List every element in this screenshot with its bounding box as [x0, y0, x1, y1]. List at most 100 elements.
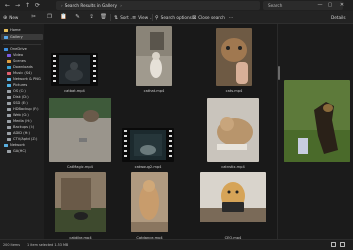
file-name[interactable]: CatMagic.mp4: [49, 165, 111, 169]
sidebar-item-label: Web (G:): [13, 113, 29, 117]
close-search-button[interactable]: ⊠ Close search: [192, 14, 225, 21]
more-options-button[interactable]: ···: [229, 14, 233, 21]
sort-icon: ⇅: [114, 15, 119, 21]
folder-icon: [7, 83, 11, 87]
search-options-label: Search options: [160, 15, 192, 20]
file-name[interactable]: cats.mp4: [216, 89, 252, 93]
file-thumbnail-catnstix[interactable]: [207, 98, 259, 162]
folder-icon: [7, 131, 11, 135]
sidebar-item-ga-hc[interactable]: GA(HC): [1, 148, 43, 154]
folder-icon: [7, 95, 11, 99]
sidebar-item-label: Backups (I:): [13, 125, 35, 129]
address-bar[interactable]: › Search Results in Gallery ›: [56, 1, 260, 10]
cat-image: [55, 172, 106, 232]
back-button[interactable]: ←: [4, 2, 11, 9]
new-button[interactable]: ⊕ New: [3, 14, 18, 21]
item-count: 200 items: [3, 243, 20, 247]
selection-info: 1 item selected 1.53 MB: [27, 243, 69, 247]
sidebar-item-label: OS (C:): [13, 89, 26, 93]
file-thumbnail-cats[interactable]: [216, 28, 252, 86]
chevron-right-icon: ›: [61, 3, 63, 8]
folder-icon: [7, 149, 11, 153]
folder-icon: [7, 113, 11, 117]
file-thumbnail-catdance[interactable]: [131, 172, 168, 232]
sidebar-item-label: CTV/Aptd (Z:): [13, 137, 38, 141]
folder-icon: [7, 59, 11, 63]
sidebar-item-label: Music (S4): [13, 71, 32, 75]
folder-icon: [4, 35, 8, 39]
view-button[interactable]: ≡ View⌄: [132, 14, 152, 21]
search-options-icon: ⚲: [155, 15, 159, 21]
plus-icon: ⊕: [3, 15, 8, 21]
sidebar-item-label: Video: [13, 53, 24, 57]
file-thumbnail-catbat[interactable]: [51, 53, 98, 86]
sort-button[interactable]: ⇅ Sort⌄: [114, 14, 133, 21]
maximize-button[interactable]: ▢: [326, 1, 334, 10]
sidebar-item-label: Network: [10, 143, 26, 147]
file-thumbnail-cathat[interactable]: [136, 26, 172, 86]
folder-icon: [4, 143, 8, 147]
folder-icon: [7, 107, 11, 111]
close-icon: ⊠: [192, 15, 197, 21]
file-thumbnail-catdike[interactable]: [55, 172, 106, 232]
sidebar-item-label: Home: [10, 28, 21, 32]
sidebar-item-label: Disk (D:): [13, 95, 29, 99]
close-search-label: Close search: [198, 15, 225, 20]
file-name[interactable]: catbat.mp4: [51, 89, 98, 93]
cat-image: [136, 26, 172, 86]
sidebar-item-label: Media (H:): [13, 119, 32, 123]
folder-icon: [7, 125, 11, 129]
sidebar-item-label: HDBackup (F:): [13, 107, 39, 111]
forward-button[interactable]: →: [14, 2, 21, 9]
copy-icon[interactable]: ❐: [46, 14, 53, 21]
file-name[interactable]: cathat.mp4: [136, 89, 172, 93]
film-strip-icon: [169, 130, 172, 160]
sidebar-item-gallery[interactable]: Gallery: [1, 34, 43, 40]
up-button[interactable]: ↑: [24, 2, 31, 9]
scrollbar-thumb[interactable]: [278, 66, 280, 80]
details-view-icon[interactable]: [331, 242, 336, 247]
share-icon[interactable]: ⇪: [88, 14, 95, 21]
search-options-button[interactable]: ⚲ Search options⌄: [155, 14, 196, 21]
dog-image: [284, 80, 350, 162]
cut-icon[interactable]: ✂: [30, 14, 37, 21]
film-strip-icon: [93, 55, 96, 84]
view-label: View: [138, 15, 149, 20]
file-thumbnail-catmagic[interactable]: [49, 98, 111, 162]
sidebar-item-label: Network & PNG: [13, 77, 41, 81]
new-label: New: [9, 15, 19, 20]
minimize-button[interactable]: —: [316, 1, 324, 10]
sidebar-item-home[interactable]: Home: [1, 27, 43, 33]
paste-icon[interactable]: 📋: [60, 14, 67, 21]
video-frame: [130, 130, 166, 160]
folder-icon: [7, 89, 11, 93]
preview-image: [284, 80, 350, 162]
file-name[interactable]: catwoug2.mp4: [122, 165, 174, 169]
file-thumbnail-ceo[interactable]: [200, 172, 266, 222]
folder-icon: [7, 53, 11, 57]
sidebar-item-label: Gallery: [10, 35, 23, 39]
delete-icon[interactable]: 🗑: [100, 14, 107, 21]
folder-icon: [7, 71, 11, 75]
cat-image: [207, 98, 259, 162]
close-window-button[interactable]: ✕: [338, 1, 346, 10]
details-button[interactable]: Details: [331, 14, 346, 21]
dog-image: [200, 172, 266, 222]
toolbar-divider: [110, 14, 111, 21]
refresh-button[interactable]: ⟳: [34, 2, 41, 9]
folder-icon: [7, 77, 11, 81]
folder-icon: [4, 47, 8, 51]
sidebar-item-label: Pictures: [13, 83, 28, 87]
folder-icon: [7, 101, 11, 105]
sidebar-item-label: GA(HC): [13, 149, 27, 153]
cat-image: [131, 172, 168, 232]
thumbnail-view-icon[interactable]: [340, 242, 345, 247]
cat-image: [49, 98, 111, 162]
cat-image: [130, 130, 166, 160]
folder-icon: [7, 65, 11, 69]
file-name[interactable]: catnstix.mp4: [207, 165, 259, 169]
rename-icon[interactable]: ✎: [74, 14, 81, 21]
cat-image: [216, 28, 252, 86]
chevron-right-icon: ›: [120, 3, 122, 8]
file-thumbnail-catwoug2[interactable]: [122, 128, 174, 162]
